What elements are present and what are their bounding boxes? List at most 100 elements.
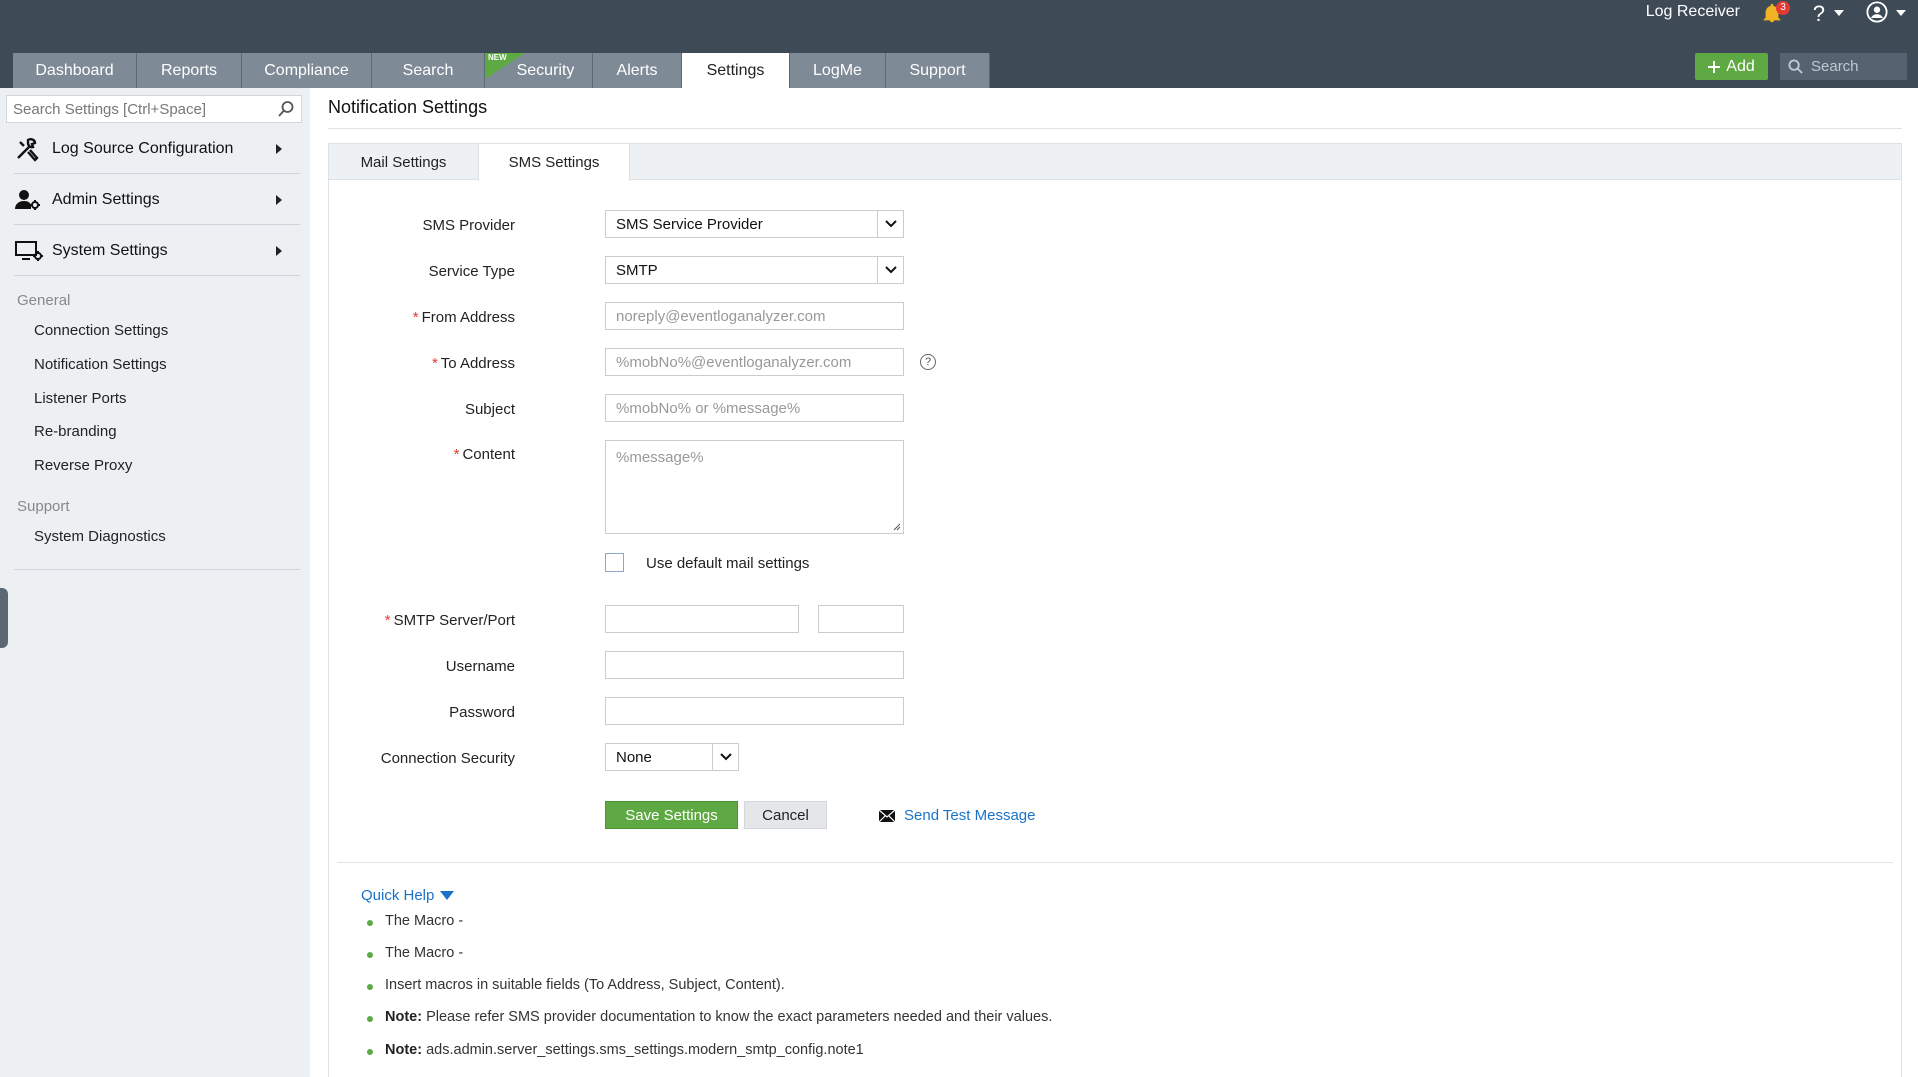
- bullet-icon: [367, 1049, 373, 1055]
- tab-alerts[interactable]: Alerts: [593, 53, 682, 88]
- password-input[interactable]: [605, 697, 904, 725]
- tab-label: Compliance: [264, 61, 349, 79]
- tab-label: Reports: [160, 61, 218, 79]
- system-settings-icon: [15, 240, 43, 261]
- service-type-label: Service Type: [428, 263, 515, 280]
- bullet-icon: [367, 920, 373, 926]
- save-settings-label: Save Settings: [625, 806, 718, 824]
- tab-support[interactable]: Support: [886, 53, 990, 88]
- caret-down-icon: [440, 891, 455, 900]
- chevron-right-icon: [276, 246, 282, 256]
- tab-label: SMS Settings: [508, 154, 600, 171]
- user-avatar-icon[interactable]: [1866, 1, 1888, 23]
- username-label: Username: [445, 658, 515, 675]
- tab-security[interactable]: NEW Security: [485, 53, 593, 88]
- tab-label: Dashboard: [35, 61, 114, 79]
- send-test-message-link[interactable]: Send Test Message: [878, 807, 1035, 824]
- sidebar-item-connection-settings[interactable]: Connection Settings: [34, 322, 168, 339]
- search-icon[interactable]: [277, 100, 295, 118]
- sidebar-section-label: System Settings: [52, 241, 168, 259]
- plus-icon: [1708, 60, 1721, 73]
- from-address-placeholder: noreply@eventloganalyzer.com: [616, 307, 826, 325]
- sms-provider-select[interactable]: SMS Service Provider: [605, 210, 904, 238]
- tab-settings[interactable]: Settings: [682, 53, 790, 88]
- connection-security-select[interactable]: None: [605, 743, 739, 771]
- quick-help-title: Quick Help: [361, 887, 435, 904]
- settings-search-input[interactable]: Search Settings [Ctrl+Space]: [6, 95, 302, 123]
- help-chevron-down-icon[interactable]: [1834, 10, 1844, 16]
- to-address-label: * To Address: [431, 355, 515, 372]
- chevron-down-icon: [712, 744, 738, 770]
- global-search-placeholder: Search: [1811, 58, 1859, 75]
- tab-sms-settings[interactable]: SMS Settings: [478, 144, 630, 181]
- tools-icon: [17, 137, 39, 162]
- connection-security-value: None: [616, 748, 652, 766]
- quick-help-item: Note: Please refer SMS provider document…: [385, 1009, 1053, 1025]
- subject-input[interactable]: %mobNo% or %message%: [605, 394, 904, 422]
- chevron-down-icon: [877, 257, 903, 283]
- subject-label: Subject: [464, 401, 515, 418]
- envelope-icon: [878, 809, 896, 822]
- sidebar-section-label: Admin Settings: [52, 190, 160, 208]
- to-address-placeholder: %mobNo%@eventloganalyzer.com: [616, 353, 852, 371]
- content-label: * Content: [453, 446, 515, 463]
- tab-dashboard[interactable]: Dashboard: [13, 53, 137, 88]
- tab-compliance[interactable]: Compliance: [242, 53, 372, 88]
- tab-search[interactable]: Search: [372, 53, 485, 88]
- smtp-port-input[interactable]: [818, 605, 904, 633]
- sidebar-section-log-source-configuration[interactable]: Log Source Configuration: [14, 124, 300, 174]
- service-type-select[interactable]: SMTP: [605, 256, 904, 284]
- tab-label: Mail Settings: [360, 153, 447, 171]
- quick-help-toggle[interactable]: Quick Help: [361, 887, 455, 904]
- chevron-right-icon: [276, 195, 282, 205]
- add-button[interactable]: Add: [1695, 53, 1768, 80]
- log-receiver-link[interactable]: Log Receiver: [1646, 3, 1740, 21]
- admin-user-icon: [15, 189, 40, 210]
- sidebar-item-listener-ports[interactable]: Listener Ports: [34, 390, 127, 407]
- bullet-icon: [367, 984, 373, 990]
- tab-reports[interactable]: Reports: [137, 53, 242, 88]
- cancel-button[interactable]: Cancel: [744, 801, 827, 829]
- settings-sidebar: Search Settings [Ctrl+Space] Log Source …: [0, 88, 310, 1077]
- sidebar-item-notification-settings[interactable]: Notification Settings: [34, 356, 167, 373]
- notification-count-badge: 3: [1776, 1, 1790, 15]
- password-label: Password: [449, 704, 515, 721]
- top-bar: Log Receiver 3 ? Dashboard Reports Compl…: [0, 0, 1918, 88]
- tab-logme[interactable]: LogMe: [790, 53, 886, 88]
- tab-label: Support: [909, 61, 966, 79]
- username-input[interactable]: [605, 651, 904, 679]
- help-icon[interactable]: ?: [1813, 1, 1825, 27]
- sidebar-item-re-branding[interactable]: Re-branding: [34, 423, 117, 440]
- sidebar-item-system-diagnostics[interactable]: System Diagnostics: [34, 528, 166, 545]
- use-default-mail-label[interactable]: Use default mail settings: [646, 555, 809, 572]
- sidebar-divider: [14, 569, 300, 570]
- from-address-label: * From Address: [412, 309, 515, 326]
- global-search-input[interactable]: Search: [1780, 53, 1907, 80]
- smtp-server-port-label: * SMTP Server/Port: [384, 612, 515, 629]
- use-default-mail-checkbox[interactable]: [605, 553, 624, 572]
- to-address-input[interactable]: %mobNo%@eventloganalyzer.com: [605, 348, 904, 376]
- quick-help-item: The Macro -: [385, 945, 464, 961]
- bullet-icon: [367, 1016, 373, 1022]
- title-divider: [328, 128, 1902, 129]
- sub-tabs: Mail Settings SMS Settings: [329, 144, 1901, 181]
- tab-label: Alerts: [616, 61, 658, 79]
- tab-label: LogMe: [813, 61, 862, 79]
- new-badge-label: NEW: [488, 53, 507, 62]
- form-divider: [337, 862, 1893, 863]
- sidebar-group-general: General: [17, 292, 71, 309]
- resize-grip-icon[interactable]: [892, 522, 901, 531]
- save-settings-button[interactable]: Save Settings: [605, 801, 738, 829]
- smtp-server-input[interactable]: [605, 605, 799, 633]
- content-textarea[interactable]: %message%: [605, 440, 904, 534]
- from-address-input[interactable]: noreply@eventloganalyzer.com: [605, 302, 904, 330]
- subject-placeholder: %mobNo% or %message%: [616, 399, 801, 417]
- chevron-right-icon: [276, 144, 282, 154]
- main-nav: Dashboard Reports Compliance Search NEW …: [13, 53, 990, 88]
- sidebar-collapse-handle[interactable]: [0, 588, 8, 648]
- user-chevron-down-icon[interactable]: [1896, 10, 1906, 16]
- send-test-message-label: Send Test Message: [904, 807, 1036, 824]
- help-circle-icon[interactable]: ?: [920, 354, 936, 370]
- sidebar-item-reverse-proxy[interactable]: Reverse Proxy: [34, 457, 132, 474]
- tab-mail-settings[interactable]: Mail Settings: [329, 144, 478, 180]
